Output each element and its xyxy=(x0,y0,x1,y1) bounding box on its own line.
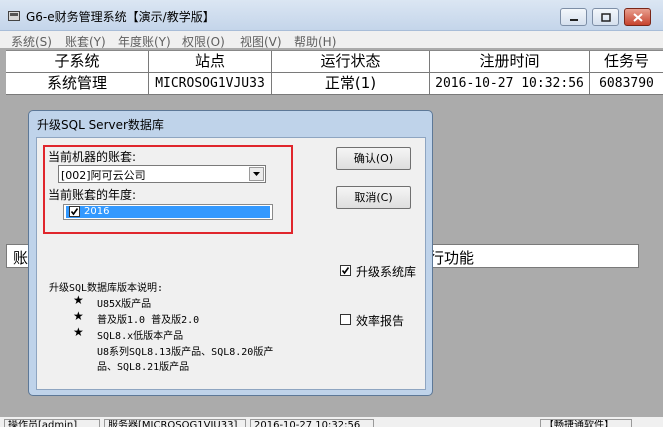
title-bar: G6-e财务管理系统【演示/教学版】 xyxy=(0,0,663,31)
minimize-icon xyxy=(570,19,578,21)
column-header-task-id[interactable]: 任务号 xyxy=(590,51,663,73)
restore-icon xyxy=(601,13,611,22)
column-header-register-time[interactable]: 注册时间 xyxy=(430,51,590,73)
column-header-site[interactable]: 站点 xyxy=(149,51,272,73)
table-cell[interactable]: 6083790 xyxy=(590,73,663,95)
chevron-down-icon xyxy=(253,172,260,176)
panel-text-left: 账 xyxy=(13,249,29,267)
app-icon xyxy=(8,11,20,21)
table-cell[interactable]: 2016-10-27 10:32:56 xyxy=(430,73,590,95)
menu-year-account[interactable]: 年度账(Y) xyxy=(118,33,171,50)
upgrade-sql-dialog: 升级SQL Server数据库 当前机器的账套: [002]阿可云公司 当前账套… xyxy=(28,110,433,396)
description-extra: 品、SQL8.21版产品 xyxy=(97,362,190,373)
upgrade-system-checkbox[interactable] xyxy=(340,265,351,276)
account-select[interactable]: [002]阿可云公司 xyxy=(58,165,266,183)
description-item: 普及版1.0 普及版2.0 xyxy=(97,315,200,326)
year-label: 当前账套的年度: xyxy=(48,188,137,202)
checkmark-icon xyxy=(70,208,79,216)
column-header-subsystem[interactable]: 子系统 xyxy=(6,51,149,73)
menu-help[interactable]: 帮助(H) xyxy=(294,33,336,50)
dropdown-button[interactable] xyxy=(249,167,264,181)
description-item: SQL8.x低版本产品 xyxy=(97,331,184,342)
close-button[interactable] xyxy=(624,8,651,26)
year-value: 2016 xyxy=(84,206,110,217)
upgrade-system-label[interactable]: 升级系统库 xyxy=(356,263,416,280)
star-icon: ★ xyxy=(73,293,84,307)
status-time: 2016-10-27 10:32:56 xyxy=(250,419,374,427)
window-title: G6-e财务管理系统【演示/教学版】 xyxy=(26,10,215,24)
status-server: 服务器[MICROSOG1VJU33] xyxy=(104,419,246,427)
description-extra: U8系列SQL8.13版产品、SQL8.20版产 xyxy=(97,347,274,358)
ok-button[interactable]: 确认(O) xyxy=(336,147,411,170)
cancel-button[interactable]: 取消(C) xyxy=(336,186,411,209)
menu-account[interactable]: 账套(Y) xyxy=(65,33,106,50)
menu-view[interactable]: 视图(V) xyxy=(240,33,282,50)
account-label: 当前机器的账套: xyxy=(48,150,137,164)
table-cell[interactable]: 系统管理 xyxy=(6,73,149,95)
year-list[interactable]: 2016 xyxy=(63,204,273,220)
status-operator: 操作员[admin] xyxy=(4,419,100,427)
description-item: U85X版产品 xyxy=(97,299,152,310)
list-item[interactable]: 2016 xyxy=(66,206,270,218)
status-brand: 【畅捷通软件】 xyxy=(540,419,632,427)
dialog-body: 当前机器的账套: [002]阿可云公司 当前账套的年度: 2016 确认(O) … xyxy=(36,137,426,390)
menu-permission[interactable]: 权限(O) xyxy=(182,33,225,50)
description-title: 升级SQL数据库版本说明: xyxy=(49,283,164,294)
efficiency-report-label[interactable]: 效率报告 xyxy=(356,312,404,329)
star-icon: ★ xyxy=(73,309,84,323)
status-bar: 操作员[admin] 服务器[MICROSOG1VJU33] 2016-10-2… xyxy=(0,417,663,427)
year-checkbox[interactable] xyxy=(69,206,80,217)
column-header-status[interactable]: 运行状态 xyxy=(272,51,430,73)
account-select-value: [002]阿可云公司 xyxy=(61,169,146,182)
table-cell[interactable]: 正常(1) xyxy=(272,73,430,95)
menu-bar: 系统(S) 账套(Y) 年度账(Y) 权限(O) 视图(V) 帮助(H) xyxy=(0,31,663,50)
dialog-title: 升级SQL Server数据库 xyxy=(37,118,164,132)
minimize-button[interactable] xyxy=(560,8,587,26)
subsystem-grid: 子系统 站点 运行状态 注册时间 任务号 系统管理 MICROSOG1VJU33… xyxy=(6,50,663,95)
panel-text-right: 行功能 xyxy=(429,249,475,267)
table-cell[interactable]: MICROSOG1VJU33 xyxy=(149,73,272,95)
menu-system[interactable]: 系统(S) xyxy=(11,33,52,50)
efficiency-report-checkbox[interactable] xyxy=(340,314,351,325)
restore-button[interactable] xyxy=(592,8,619,26)
star-icon: ★ xyxy=(73,325,84,339)
close-icon xyxy=(633,13,643,22)
checkmark-icon xyxy=(341,267,350,275)
